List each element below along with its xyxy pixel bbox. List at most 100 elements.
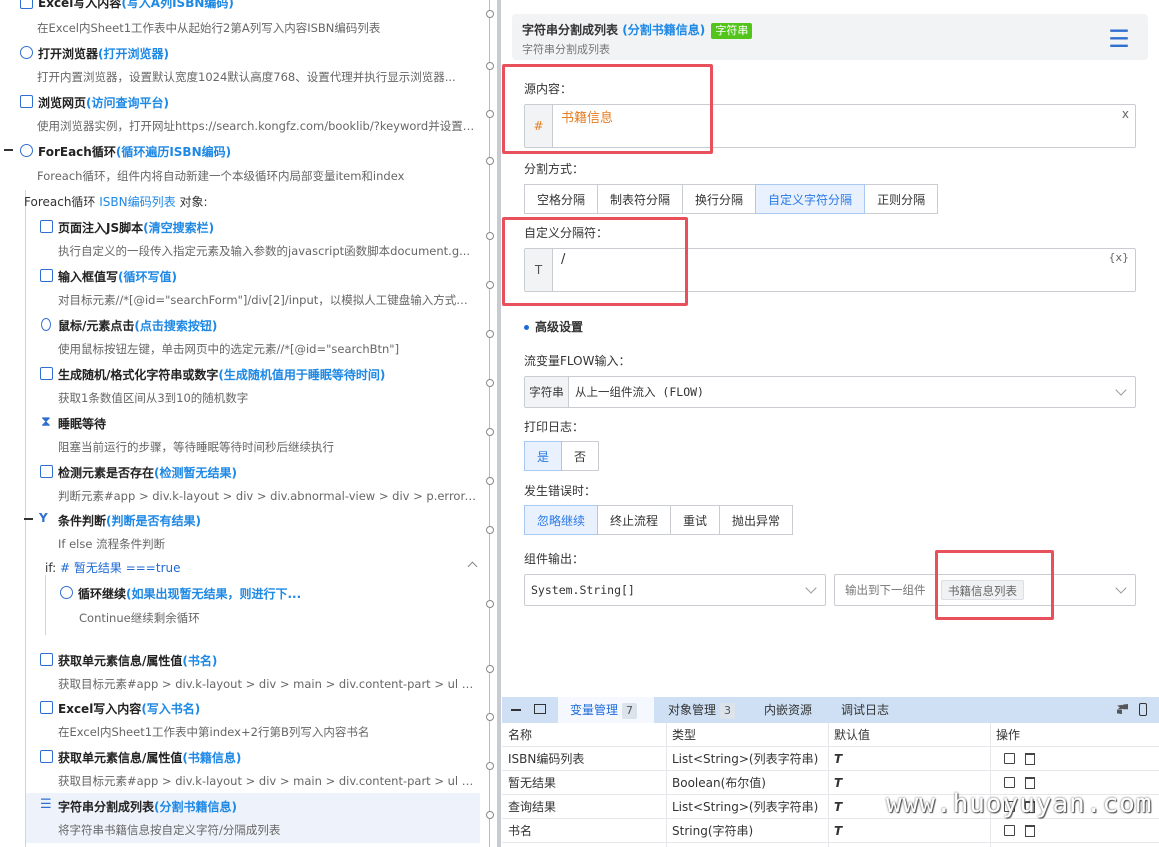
restore-icon[interactable] bbox=[534, 704, 546, 714]
step-get-element-bookname[interactable]: 获取单元素信息/属性值(书名) 获取目标元素#app > div.k-layou… bbox=[38, 652, 480, 696]
step-title: 字符串分割成列表 bbox=[58, 800, 155, 814]
step-excel-write-bookname[interactable]: Excel写入内容(写入书名) 在Excel内Sheet1工作表中第index+… bbox=[38, 700, 480, 744]
error-action-option[interactable]: 抛出异常 bbox=[719, 505, 794, 535]
flow-select[interactable]: 字符串 从上一组件流入 (FLOW) bbox=[524, 376, 1136, 408]
step-get-element-bookinfo[interactable]: 获取单元素信息/属性值(书籍信息) 获取目标元素#app > div.k-lay… bbox=[38, 749, 480, 793]
step-foreach[interactable]: ForEach循环(循环遍历ISBN编码) Foreach循环，组件内将自动新建… bbox=[4, 143, 480, 187]
log-option[interactable]: 是 bbox=[524, 441, 563, 471]
collapse-icon[interactable] bbox=[24, 518, 33, 520]
tab-resources[interactable]: 内嵌资源 bbox=[752, 697, 826, 723]
tab-objects[interactable]: 对象管理 3 bbox=[654, 697, 750, 723]
advanced-settings-toggle[interactable]: 高级设置 bbox=[524, 318, 583, 335]
step-mouse-click[interactable]: 鼠标/元素点击(点击搜索按钮) 使用鼠标按钮左键，单击网页中的选定元素//*[@… bbox=[38, 317, 480, 361]
split-mode-option[interactable]: 正则分隔 bbox=[864, 184, 939, 214]
tab-debug-log[interactable]: 调试日志 bbox=[828, 697, 902, 723]
if-guide-line bbox=[45, 575, 46, 635]
flow-node[interactable] bbox=[486, 600, 494, 608]
delete-icon[interactable] bbox=[1025, 825, 1035, 837]
log-option[interactable]: 否 bbox=[561, 441, 600, 471]
split-mode-option[interactable]: 换行分隔 bbox=[682, 184, 757, 214]
chevron-down-icon[interactable] bbox=[1115, 582, 1127, 594]
flow-node[interactable] bbox=[486, 713, 494, 721]
flow-node[interactable] bbox=[486, 526, 494, 534]
edit-icon[interactable] bbox=[1004, 753, 1015, 764]
panel-header: 字符串分割成列表 (分割书籍信息) 字符串 字符串分割成列表 ☰ bbox=[512, 14, 1148, 60]
step-sleep[interactable]: ⧗ 睡眠等待 阻塞当前运行的步骤，等待睡眠等待时间秒后继续执行 bbox=[38, 415, 480, 459]
panel-alias: (分割书籍信息) bbox=[622, 23, 706, 37]
log-label: 打印日志： bbox=[524, 420, 585, 434]
step-title: 打开浏览器 bbox=[38, 47, 99, 61]
split-mode-option[interactable]: 制表符分隔 bbox=[597, 184, 684, 214]
edit-icon[interactable] bbox=[1004, 777, 1015, 788]
detect-icon bbox=[40, 465, 53, 478]
flow-node[interactable] bbox=[486, 10, 494, 18]
cell-type: List<String>(列表字符串) bbox=[672, 752, 819, 766]
error-action-option[interactable]: 忽略继续 bbox=[524, 505, 599, 535]
step-input-write[interactable]: 输入框值写(循环写值) 对目标元素//*[@id="searchForm"]/d… bbox=[38, 268, 480, 312]
windows-icon[interactable] bbox=[1117, 704, 1128, 715]
step-alias: (循环写值) bbox=[118, 270, 177, 284]
step-inject-js[interactable]: 页面注入JS脚本(清空搜索栏) 执行自定义的一段传入指定元素及输入参数的java… bbox=[38, 219, 480, 263]
split-mode-option[interactable]: 自定义字符分隔 bbox=[755, 184, 866, 214]
step-title: 输入框值写 bbox=[58, 270, 119, 284]
step-loop-continue[interactable]: 循环继续(如果出现暂无结果，则进行下... Continue继续剩余循环 bbox=[58, 585, 480, 629]
error-action-option[interactable]: 重试 bbox=[670, 505, 721, 535]
step-title: 浏览网页 bbox=[38, 96, 87, 110]
clear-icon[interactable]: x bbox=[1122, 107, 1129, 121]
collapse-icon[interactable] bbox=[4, 149, 13, 151]
flow-node[interactable] bbox=[486, 157, 494, 165]
hourglass-icon: ⧗ bbox=[41, 414, 51, 430]
step-desc: 阻塞当前运行的步骤，等待睡眠等待时间秒后继续执行 bbox=[58, 440, 334, 454]
step-detect-element[interactable]: 检测元素是否存在(检测暂无结果) 判断元素#app > div.k-layout… bbox=[38, 464, 480, 508]
split-mode-label: 分割方式： bbox=[524, 162, 585, 176]
pane-splitter[interactable] bbox=[497, 0, 501, 847]
bullet-icon bbox=[524, 325, 529, 330]
excel-icon bbox=[40, 701, 53, 714]
delete-icon[interactable] bbox=[1025, 777, 1035, 789]
step-random[interactable]: 生成随机/格式化字符串或数字(生成随机值用于睡眠等待时间) 获取1条数值区间从3… bbox=[38, 366, 480, 410]
step-title: 鼠标/元素点击 bbox=[58, 319, 135, 333]
error-action-option[interactable]: 终止流程 bbox=[597, 505, 672, 535]
step-alias: (如果出现暂无结果，则进行下... bbox=[126, 587, 302, 601]
flow-node[interactable] bbox=[486, 762, 494, 770]
step-condition[interactable]: Y 条件判断(判断是否有结果) If else 流程条件判断 bbox=[24, 511, 480, 556]
step-string-split[interactable]: ☰ 字符串分割成列表(分割书籍信息) 将字符串书籍信息按自定义字符/分隔成列表 bbox=[38, 798, 480, 842]
flow-node[interactable] bbox=[486, 477, 494, 485]
tab-count: 3 bbox=[720, 703, 736, 719]
table-header: 名称 类型 默认值 操作 bbox=[502, 723, 1159, 747]
step-open-browser[interactable]: 打开浏览器(打开浏览器) 打开内置浏览器，设置默认宽度1024默认高度768、设… bbox=[18, 45, 480, 89]
flow-node[interactable] bbox=[486, 379, 494, 387]
flow-node[interactable] bbox=[486, 110, 494, 118]
table-row[interactable]: ISBN编码列表 List<String>(列表字符串) T bbox=[502, 747, 1159, 771]
chevron-up-icon[interactable] bbox=[467, 561, 478, 572]
step-desc: 使用浏览器实例，打开网址https://search.kongfz.com/bo… bbox=[37, 119, 477, 133]
cell-type: Boolean(布尔值) bbox=[672, 776, 766, 790]
bottom-panel: 变量管理 7 对象管理 3 内嵌资源 调试日志 名称 类型 默认值 操作 ISBN编… bbox=[502, 697, 1159, 847]
minimize-icon[interactable] bbox=[511, 709, 521, 711]
loop-icon bbox=[20, 144, 33, 157]
log-toggle-group: 是否 bbox=[524, 441, 600, 471]
delete-icon[interactable] bbox=[1025, 753, 1035, 765]
edit-icon[interactable] bbox=[1004, 825, 1015, 836]
table-row[interactable]: 书名 String(字符串) T bbox=[502, 819, 1159, 843]
step-desc: 使用鼠标按钮左键，单击网页中的选定元素//*[@id="searchBtn"] bbox=[58, 342, 400, 356]
insert-variable-icon[interactable]: {x} bbox=[1108, 251, 1129, 264]
mobile-icon[interactable] bbox=[1139, 703, 1147, 716]
output-type-select[interactable]: System.String[] bbox=[524, 574, 826, 606]
step-excel-write[interactable]: Excel写入内容(写入A列ISBN编码) 在Excel内Sheet1工作表中从… bbox=[18, 0, 480, 38]
chevron-down-icon[interactable] bbox=[1115, 384, 1127, 396]
flow-node[interactable] bbox=[486, 281, 494, 289]
flow-node[interactable] bbox=[486, 232, 494, 240]
flow-node[interactable] bbox=[486, 62, 494, 70]
tab-variables[interactable]: 变量管理 7 bbox=[558, 697, 654, 723]
flow-node[interactable] bbox=[486, 330, 494, 338]
flow-node[interactable] bbox=[486, 428, 494, 436]
flow-node[interactable] bbox=[486, 665, 494, 673]
step-title: 获取单元素信息/属性值 bbox=[58, 654, 183, 668]
if-line[interactable]: if: # 暂无结果 ===true bbox=[45, 559, 480, 577]
cell-type: List<String>(列表字符串) bbox=[672, 800, 819, 814]
step-browse-page[interactable]: 浏览网页(访问查询平台) 使用浏览器实例，打开网址https://search.… bbox=[18, 94, 480, 138]
chevron-down-icon[interactable] bbox=[805, 582, 817, 594]
split-mode-option[interactable]: 空格分隔 bbox=[524, 184, 599, 214]
flow-node[interactable] bbox=[486, 811, 494, 819]
